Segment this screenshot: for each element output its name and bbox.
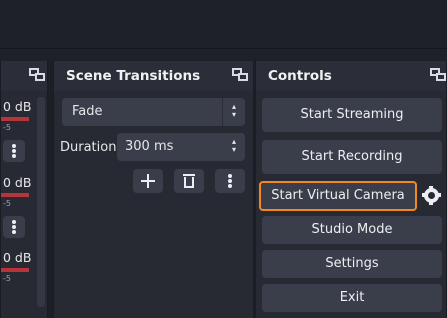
virtual-camera-settings-button[interactable] bbox=[421, 181, 443, 209]
undock-icon[interactable] bbox=[232, 68, 248, 82]
audio-mixer-title-bar bbox=[1, 61, 47, 91]
gear-icon bbox=[422, 186, 441, 205]
controls-title: Controls bbox=[268, 68, 332, 84]
kebab-icon bbox=[12, 144, 16, 158]
mixer-menu-button-2[interactable] bbox=[3, 216, 25, 238]
mixer-menu-button-1[interactable] bbox=[3, 140, 25, 162]
scene-transitions-title: Scene Transitions bbox=[66, 68, 201, 84]
transition-select[interactable]: Fade ▴ ▾ bbox=[62, 98, 245, 126]
transition-select-value: Fade bbox=[72, 104, 103, 119]
meter-tick-2: -5 bbox=[3, 199, 11, 208]
plus-icon bbox=[141, 174, 155, 188]
duration-value: 300 ms bbox=[125, 139, 174, 154]
meter-tick-1: -5 bbox=[3, 123, 11, 132]
spin-arrows-icon[interactable]: ▴ ▾ bbox=[229, 138, 239, 156]
scene-transitions-title-bar: Scene Transitions bbox=[54, 61, 253, 91]
transition-properties-button[interactable] bbox=[215, 169, 245, 193]
add-transition-button[interactable] bbox=[133, 169, 163, 193]
volume-meter-3 bbox=[1, 268, 29, 272]
mixer-level-2: 0 dB bbox=[3, 175, 32, 190]
trash-icon bbox=[183, 173, 195, 189]
exit-button[interactable]: Exit bbox=[262, 284, 442, 312]
remove-transition-button[interactable] bbox=[174, 169, 204, 193]
duration-label: Duration bbox=[60, 140, 117, 155]
top-divider bbox=[0, 48, 447, 49]
volume-meter-2 bbox=[1, 193, 29, 197]
start-recording-button[interactable]: Start Recording bbox=[262, 140, 442, 174]
start-virtual-camera-button[interactable]: Start Virtual Camera bbox=[259, 181, 417, 211]
kebab-icon bbox=[12, 220, 16, 234]
mixer-scrollbar[interactable] bbox=[37, 97, 45, 307]
chevron-updown-icon: ▴ ▾ bbox=[231, 102, 236, 119]
controls-dock: Controls Start Streaming Start Recording… bbox=[255, 61, 447, 318]
controls-title-bar: Controls bbox=[256, 61, 446, 91]
meter-tick-3: -5 bbox=[3, 274, 11, 283]
volume-meter-1 bbox=[1, 117, 29, 121]
kebab-icon bbox=[228, 174, 232, 188]
mixer-level-3: 0 dB bbox=[3, 250, 32, 265]
undock-icon[interactable] bbox=[430, 68, 446, 82]
start-streaming-button[interactable]: Start Streaming bbox=[262, 98, 442, 132]
mixer-level-1: 0 dB bbox=[3, 99, 32, 114]
duration-spinbox[interactable]: 300 ms ▴ ▾ bbox=[117, 133, 245, 161]
studio-mode-button[interactable]: Studio Mode bbox=[262, 216, 442, 244]
audio-mixer-dock: 0 dB -5 0 dB -5 0 dB -5 bbox=[0, 61, 48, 318]
settings-button[interactable]: Settings bbox=[262, 250, 442, 278]
scene-transitions-dock: Scene Transitions Fade ▴ ▾ Duration 300 m… bbox=[53, 61, 254, 318]
undock-icon[interactable] bbox=[29, 68, 45, 82]
top-bar bbox=[0, 0, 447, 60]
